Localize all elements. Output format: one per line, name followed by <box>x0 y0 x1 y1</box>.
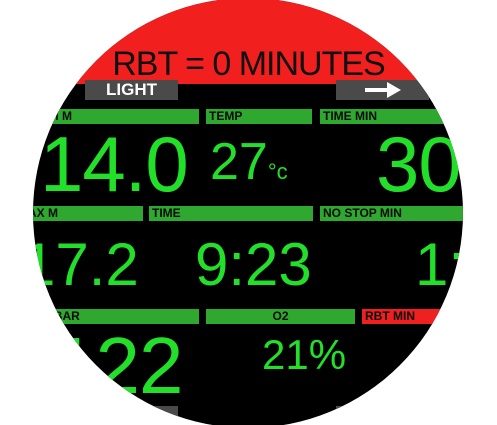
next-button[interactable] <box>336 80 429 100</box>
time-of-day-header: TIME <box>149 206 313 221</box>
light-button[interactable]: LIGHT <box>85 80 178 100</box>
dive-time-value: 30: <box>376 120 482 208</box>
temperature-value: 27°c <box>210 134 288 200</box>
tank-pressure-value: 122 <box>52 321 183 410</box>
o2-value: 21% <box>262 331 347 378</box>
book-button[interactable]: BOOK <box>85 406 178 425</box>
arrow-right-icon <box>364 82 401 98</box>
dive-computer-screen: RBT = 0 MINUTES LIGHT DEPTH M TEMP TIME … <box>22 0 482 425</box>
arrow-left-icon <box>364 408 401 424</box>
temp-header: TEMP <box>206 109 312 124</box>
light-button-label: LIGHT <box>106 80 157 99</box>
temperature-unit: °c <box>267 159 288 184</box>
max-depth-header: MAX M <box>33 206 143 221</box>
book-button-label: BOOK <box>106 406 157 425</box>
temperature-number: 27 <box>210 133 268 191</box>
o2-header: O2 <box>206 309 355 324</box>
alarm-message: RBT = 0 MINUTES <box>112 45 386 83</box>
no-stop-value: 1: <box>415 231 466 298</box>
alarm-banner: RBT = 0 MINUTES <box>33 0 463 84</box>
depth-value: 14.0 <box>40 120 189 208</box>
no-stop-header: NO STOP MIN <box>320 206 463 221</box>
rbt-header: RBT MIN <box>362 309 463 324</box>
rbt-value: 0: <box>415 329 467 398</box>
previous-button[interactable] <box>336 406 429 425</box>
time-of-day-value: 9:23 <box>195 231 312 298</box>
max-depth-value: 17.2 <box>22 231 139 298</box>
